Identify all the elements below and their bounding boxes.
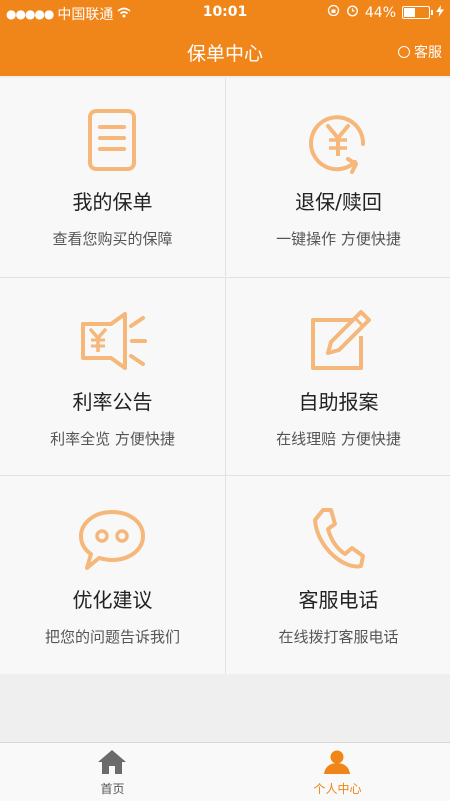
menu-item-surrender[interactable]: 退保/赎回 一键操作 方便快捷 <box>225 78 450 276</box>
rotation-lock-icon <box>327 4 340 21</box>
menu-item-subtitle: 一键操作 方便快捷 <box>276 230 401 248</box>
menu-item-suggestion[interactable]: 优化建议 把您的问题告诉我们 <box>0 475 225 674</box>
menu-item-label: 我的保单 <box>72 190 153 214</box>
page-title: 保单中心 <box>186 43 263 65</box>
menu-item-label: 利率公告 <box>72 390 153 414</box>
status-right: 44% <box>327 4 444 21</box>
alarm-icon <box>346 4 359 21</box>
status-bar: ●●●●● 中国联通 10:01 44% <box>0 0 450 26</box>
menu-grid: 我的保单 查看您购买的保障 退保/赎回 一键操作 方便快捷 利率公告 利率全览 … <box>0 78 450 674</box>
menu-item-label: 客服电话 <box>298 588 379 612</box>
menu-item-my-policy[interactable]: 我的保单 查看您购买的保障 <box>0 78 225 276</box>
tab-label: 个人中心 <box>313 782 362 796</box>
nav-bar: 保单中心 客服 <box>0 26 450 76</box>
battery-icon <box>402 6 433 19</box>
menu-item-subtitle: 把您的问题告诉我们 <box>44 628 180 646</box>
home-icon <box>98 750 126 774</box>
menu-item-rate-notice[interactable]: 利率公告 利率全览 方便快捷 <box>0 277 225 476</box>
menu-item-label: 自助报案 <box>298 390 379 414</box>
tab-home[interactable]: 首页 <box>0 743 225 801</box>
menu-item-subtitle: 在线拨打客服电话 <box>278 628 399 646</box>
menu-item-label: 优化建议 <box>72 588 153 612</box>
menu-item-subtitle: 查看您购买的保障 <box>52 230 173 248</box>
yen-refresh-icon <box>309 115 366 174</box>
megaphone-yen-icon <box>81 312 147 370</box>
menu-item-subtitle: 在线理赔 方便快捷 <box>276 430 401 448</box>
charging-icon <box>436 4 444 21</box>
tab-bar: 首页 个人中心 <box>0 742 450 801</box>
tab-label: 首页 <box>100 782 125 796</box>
phone-icon <box>313 508 365 569</box>
customer-service-label: 客服 <box>414 45 442 61</box>
menu-item-self-claim[interactable]: 自助报案 在线理赔 方便快捷 <box>225 277 450 476</box>
menu-item-label: 退保/赎回 <box>295 190 382 214</box>
circle-icon <box>398 46 410 58</box>
person-icon <box>324 750 350 774</box>
tab-personal-center[interactable]: 个人中心 <box>225 743 450 801</box>
menu-item-subtitle: 利率全览 方便快捷 <box>50 430 175 448</box>
menu-item-service-phone[interactable]: 客服电话 在线拨打客服电话 <box>225 475 450 674</box>
document-icon <box>88 109 136 171</box>
customer-service-button[interactable]: 客服 <box>398 42 442 62</box>
battery-percent: 44% <box>364 4 396 21</box>
edit-icon <box>311 310 371 370</box>
chat-bubble-icon <box>79 510 145 570</box>
